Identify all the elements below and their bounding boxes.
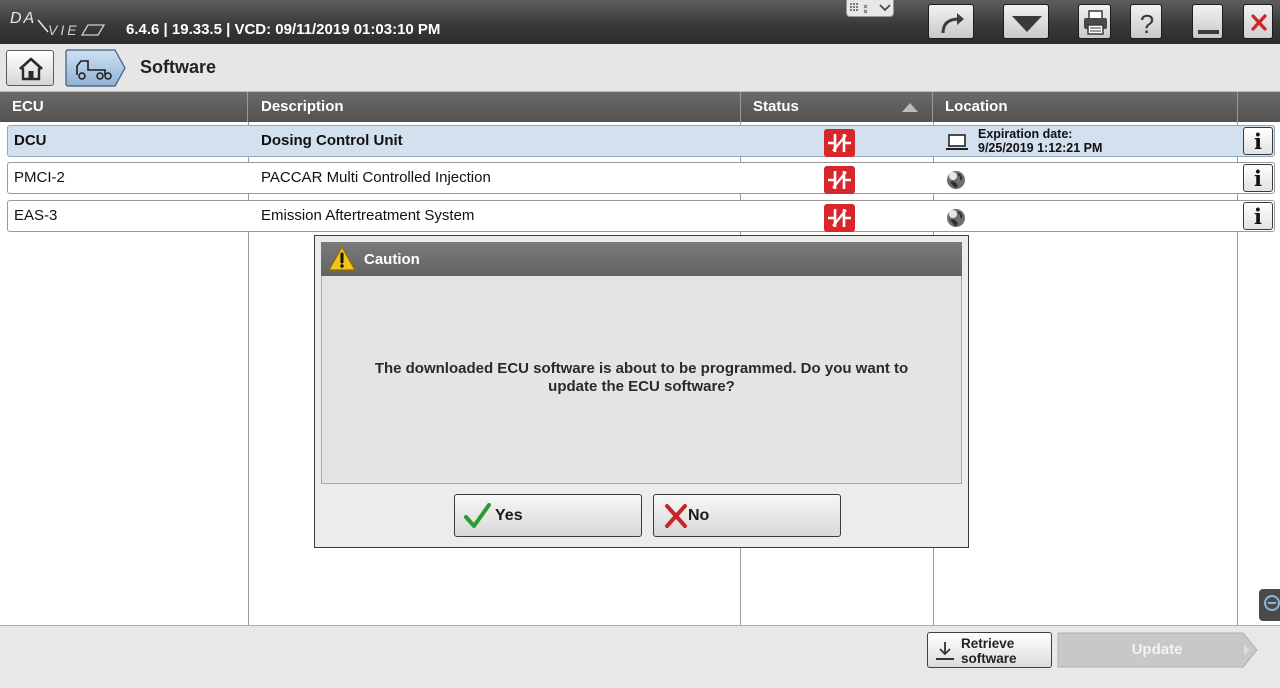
expiration-value: 9/25/2019 1:12:21 PM (978, 141, 1103, 155)
table-row[interactable]: EAS-3 Emission Aftertreatment System i (7, 200, 1275, 232)
not-connected-icon (824, 166, 855, 194)
column-divider (248, 122, 249, 625)
description-cell: Emission Aftertreatment System (261, 207, 475, 224)
ecu-cell: PMCI-2 (14, 169, 65, 186)
help-icon: ? (1140, 9, 1154, 39)
cross-icon (665, 504, 687, 528)
ecu-cell: EAS-3 (14, 207, 58, 224)
print-button[interactable] (1078, 4, 1111, 39)
yes-label: Yes (495, 507, 523, 524)
info-button[interactable]: i (1243, 202, 1273, 230)
breadcrumb-bar: Software (0, 44, 1280, 92)
laptop-icon (946, 134, 968, 150)
grid-icon (850, 3, 891, 14)
sort-ascending-icon (902, 103, 918, 112)
info-button[interactable]: i (1243, 127, 1273, 155)
download-icon (936, 642, 954, 660)
description-cell: PACCAR Multi Controlled Injection (261, 169, 491, 186)
not-connected-icon (824, 129, 855, 157)
ecu-cell: DCU (14, 132, 47, 149)
table-header: ECU Description Status Location (0, 92, 1280, 122)
collapse-icon (1264, 595, 1280, 611)
dropdown-triangle-icon (1012, 16, 1042, 32)
svg-text:DA: DA (10, 10, 36, 27)
table-row[interactable]: PMCI-2 PACCAR Multi Controlled Injection… (7, 162, 1275, 194)
expiration-date: Expiration date: 9/25/2019 1:12:21 PM (978, 127, 1102, 155)
dialog-message-line2: update the ECU software? (548, 378, 735, 395)
version-info: 6.4.6 | 19.33.5 | VCD: 09/11/2019 01:03:… (126, 21, 441, 38)
dropdown-button[interactable] (1003, 4, 1049, 39)
not-connected-icon (824, 204, 855, 232)
warning-icon (328, 246, 356, 271)
home-icon (19, 57, 43, 81)
dialog-header: Caution (321, 242, 962, 276)
no-button[interactable]: No (653, 494, 841, 537)
retrieve-label-line2: software (961, 651, 1017, 666)
column-header-description[interactable]: Description (249, 92, 741, 122)
davie-logo: DA VIE (10, 10, 106, 38)
expiration-label: Expiration date: (978, 127, 1073, 141)
minimize-button[interactable] (1192, 4, 1223, 39)
close-button[interactable] (1243, 4, 1273, 39)
svg-text:?: ? (1140, 9, 1154, 39)
column-divider (1237, 122, 1238, 625)
minimize-icon (1198, 30, 1219, 34)
svg-text:VIE: VIE (48, 22, 80, 38)
info-button[interactable]: i (1243, 164, 1273, 192)
retrieve-software-button[interactable]: Retrieve software (927, 632, 1052, 668)
column-header-location[interactable]: Location (933, 92, 1238, 122)
yes-button[interactable]: Yes (454, 494, 642, 537)
update-button[interactable]: Update (1057, 632, 1259, 668)
title-bar: DA VIE 6.4.6 | 19.33.5 | VCD: 09/11/2019… (0, 0, 1280, 44)
help-button[interactable]: ? (1130, 4, 1162, 39)
dialog-message-line1: The downloaded ECU software is about to … (374, 360, 909, 377)
footer-bar: Retrieve software Update (0, 625, 1280, 688)
page-title: Software (140, 57, 217, 77)
dialog-body: The downloaded ECU software is about to … (321, 276, 962, 484)
dialog-message: The downloaded ECU software is about to … (322, 360, 961, 396)
dialog-title: Caution (364, 251, 420, 268)
description-cell: Dosing Control Unit (261, 132, 403, 149)
no-label: No (688, 507, 710, 524)
checkmark-icon (464, 503, 491, 528)
update-label: Update (1131, 641, 1183, 658)
retrieve-label: Retrieve software (961, 636, 1017, 666)
vehicle-breadcrumb-button[interactable] (65, 49, 127, 87)
layout-toggle[interactable] (846, 0, 894, 17)
redo-arrow-icon (941, 13, 964, 34)
retrieve-label-line1: Retrieve (961, 636, 1015, 651)
printer-icon (1084, 10, 1107, 35)
vehicle-icon (65, 49, 126, 87)
globe-icon (947, 209, 965, 227)
home-button[interactable] (6, 50, 54, 86)
side-panel-tab[interactable] (1259, 589, 1280, 621)
caution-dialog: Caution The downloaded ECU software is a… (314, 235, 969, 548)
table-row[interactable]: DCU Dosing Control Unit Expiration date:… (7, 125, 1275, 157)
column-header-ecu[interactable]: ECU (0, 92, 248, 122)
globe-icon (947, 171, 965, 189)
redo-button[interactable] (928, 4, 974, 39)
close-icon (1251, 14, 1267, 31)
